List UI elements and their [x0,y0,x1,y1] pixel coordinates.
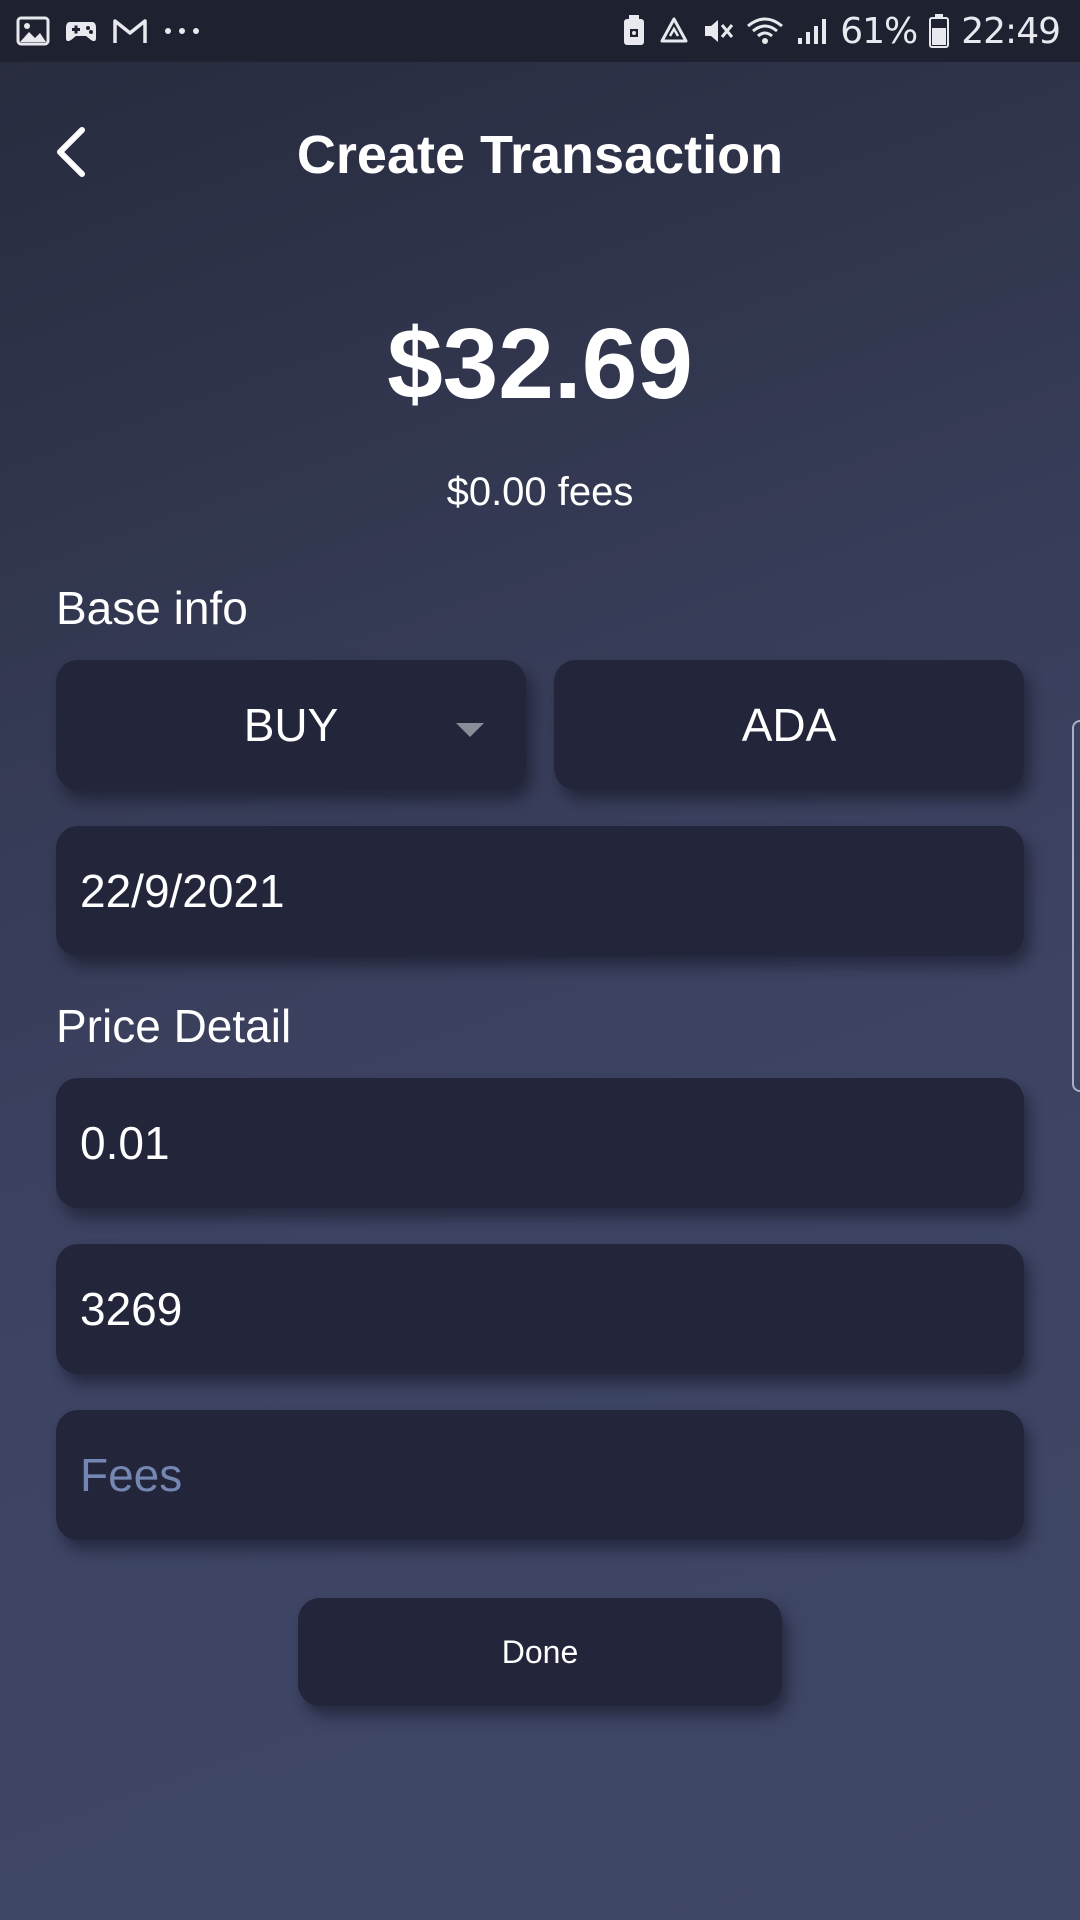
quantity-value: 3269 [80,1283,183,1335]
done-label: Done [501,1633,579,1670]
fees-input[interactable]: Fees [56,1410,1024,1540]
wifi-icon [746,16,784,46]
game-controller-icon [64,16,98,46]
signal-icon [796,16,828,46]
gmail-icon [112,17,148,45]
price-input[interactable]: 0.01 [56,1078,1024,1208]
date-field[interactable]: 22/9/2021 [56,826,1024,956]
base-info-label: Base info [56,582,248,634]
battery-icon [929,14,950,48]
status-bar: 61% 22:49 [0,0,1080,62]
date-value: 22/9/2021 [80,865,285,917]
page-title: Create Transaction [296,125,784,185]
fees-placeholder: Fees [80,1449,183,1501]
battery-percent: 61% [840,10,918,52]
dropdown-arrow-icon [456,723,484,737]
quantity-input[interactable]: 3269 [56,1244,1024,1374]
total-amount: $32.69 [387,308,693,420]
recycle-icon [658,16,690,46]
done-button[interactable]: Done [298,1598,782,1706]
fees-summary: $0.00 fees [446,470,634,514]
coin-field[interactable]: ADA [554,660,1024,790]
price-value: 0.01 [80,1117,170,1169]
price-detail-label: Price Detail [56,1000,292,1052]
scroll-indicator[interactable] [1072,720,1080,1092]
status-bar-left [16,0,202,62]
clock: 22:49 [961,10,1061,52]
gallery-icon [16,16,50,46]
more-dots-icon [162,26,202,36]
mute-icon [702,16,734,46]
transaction-type-value: BUY [243,699,339,751]
android-debug-icon [622,15,646,47]
status-bar-right: 61% 22:49 [622,0,1061,62]
coin-value: ADA [741,699,837,751]
transaction-type-select[interactable]: BUY [56,660,526,790]
